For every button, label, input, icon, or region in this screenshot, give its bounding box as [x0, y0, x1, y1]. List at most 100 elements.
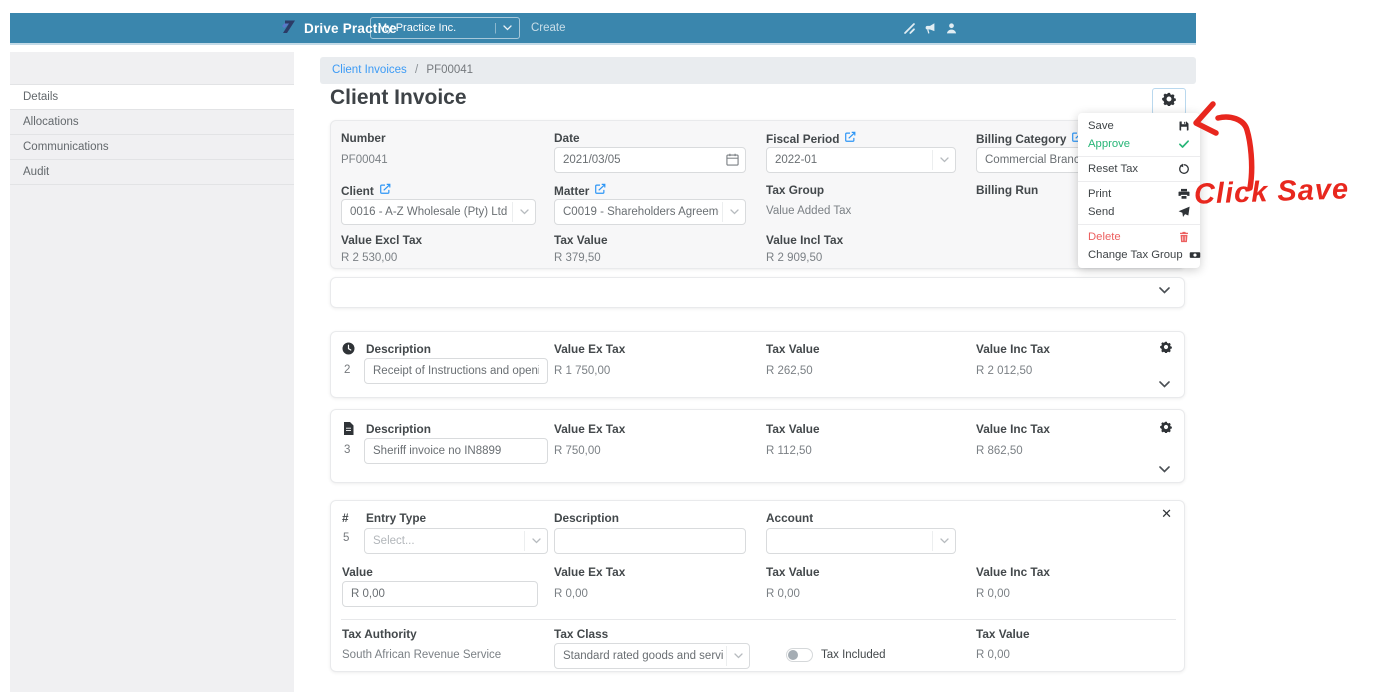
menu-item-change-tax-group[interactable]: Change Tax Group: [1078, 246, 1200, 264]
create-menu[interactable]: Create: [531, 22, 566, 34]
print-label: Print: [1088, 188, 1112, 200]
value-ex-tax-label: Value Ex Tax: [554, 422, 626, 436]
invoice-header-card: Number PF00041 Date Fiscal Period 2022-0…: [330, 120, 1185, 269]
description-input[interactable]: [364, 438, 548, 464]
tax-authority-value: South African Revenue Service: [342, 649, 502, 661]
chevron-down-icon[interactable]: [1159, 460, 1170, 478]
megaphone-icon[interactable]: [924, 22, 937, 35]
value-input[interactable]: [342, 581, 538, 607]
matter-select[interactable]: C0019 - Shareholders Agreement: A...: [554, 199, 746, 225]
menu-divider: [1078, 181, 1200, 182]
client-label-text: Client: [341, 183, 374, 198]
trash-icon: [1178, 231, 1190, 243]
client-value: 0016 - A-Z Wholesale (Pty) Ltd: [350, 206, 508, 218]
tax-value-value: R 0,00: [766, 588, 800, 600]
tax-authority-label: Tax Authority: [342, 627, 417, 641]
company-select[interactable]: My Practice Inc. |: [370, 17, 520, 39]
breadcrumb-current: PF00041: [426, 64, 474, 76]
date-label: Date: [554, 131, 580, 145]
new-entry-card: # Entry Type Description Account ✕ 5 Sel…: [330, 500, 1185, 672]
breadcrumb-link-client-invoices[interactable]: Client Invoices: [332, 64, 407, 76]
menu-item-send[interactable]: Send: [1078, 203, 1200, 221]
printer-icon: [1178, 188, 1190, 200]
menu-item-delete[interactable]: Delete: [1078, 228, 1200, 246]
tax-value-value: R 112,50: [766, 445, 812, 457]
send-icon: [1178, 206, 1190, 218]
billing-category-label: Billing Category: [976, 131, 1083, 146]
entry-type-select[interactable]: Select...: [364, 528, 548, 554]
line-item-gear-button[interactable]: [1160, 340, 1172, 358]
tax-class-select[interactable]: Standard rated goods and services -...: [554, 643, 750, 669]
entry-description-input[interactable]: [554, 528, 746, 554]
date-field[interactable]: [554, 147, 746, 173]
description-label: Description: [554, 511, 619, 525]
topbar-icon-group: [903, 22, 958, 35]
sidebar-item-audit[interactable]: Audit: [10, 160, 294, 185]
undo-icon: [1178, 163, 1190, 175]
client-select[interactable]: 0016 - A-Z Wholesale (Pty) Ltd: [341, 199, 536, 225]
save-label: Save: [1088, 120, 1114, 132]
entry-type-placeholder: Select...: [373, 535, 415, 547]
date-input[interactable]: [554, 147, 746, 173]
invoice-number: PF00041: [341, 154, 388, 166]
send-label: Send: [1088, 206, 1115, 218]
client-label: Client: [341, 183, 391, 198]
tax-included-toggle[interactable]: [786, 648, 813, 662]
file-icon: [343, 422, 354, 440]
tax-group-value: Value Added Tax: [766, 205, 852, 217]
delete-label: Delete: [1088, 231, 1121, 243]
tax-class-value: Standard rated goods and services -...: [563, 650, 723, 662]
edit-icon[interactable]: [844, 131, 856, 146]
value-excl-tax-label: Value Excl Tax: [341, 233, 423, 247]
floppy-icon: [1178, 120, 1190, 132]
sidebar-item-allocations[interactable]: Allocations: [10, 110, 294, 135]
tax-value-label: Tax Value: [554, 233, 608, 247]
remove-entry-button[interactable]: ✕: [1161, 507, 1172, 520]
reset-tax-label: Reset Tax: [1088, 163, 1139, 175]
chevron-down-icon[interactable]: [1159, 375, 1170, 393]
money-icon: [1189, 249, 1201, 261]
tax-value-label: Tax Value: [766, 422, 820, 436]
hash-label: #: [342, 511, 349, 525]
description-label: Description: [366, 342, 431, 356]
line-item-gear-button[interactable]: [1160, 420, 1172, 438]
value-ex-tax-value: R 0,00: [554, 588, 588, 600]
value-inc-tax-label: Value Inc Tax: [976, 342, 1050, 356]
line-item-card: 2 Description Value Ex Tax R 1 750,00 Ta…: [330, 331, 1185, 398]
sidebar: Details Allocations Communications Audit: [10, 52, 294, 692]
description-input[interactable]: [364, 358, 548, 384]
matter-value: C0019 - Shareholders Agreement: A...: [563, 206, 719, 218]
approve-label: Approve: [1088, 138, 1131, 150]
check-icon: [1178, 138, 1190, 150]
line-item-number: 3: [344, 444, 351, 456]
menu-item-save[interactable]: Save: [1078, 117, 1200, 135]
tax-included-label: Tax Included: [821, 649, 886, 661]
account-select[interactable]: [766, 528, 956, 554]
value-ex-tax-label: Value Ex Tax: [554, 565, 626, 579]
menu-item-print[interactable]: Print: [1078, 185, 1200, 203]
edit-icon[interactable]: [594, 183, 606, 198]
tools-icon[interactable]: [903, 22, 916, 35]
chevron-down-icon[interactable]: [1159, 281, 1170, 299]
user-icon[interactable]: [945, 22, 958, 35]
fiscal-period-select[interactable]: 2022-01: [766, 147, 956, 173]
menu-item-approve[interactable]: Approve: [1078, 135, 1200, 153]
sidebar-item-communications[interactable]: Communications: [10, 135, 294, 160]
value-inc-tax-value: R 0,00: [976, 588, 1010, 600]
menu-item-reset-tax[interactable]: Reset Tax: [1078, 160, 1200, 178]
tax-value2-value: R 0,00: [976, 649, 1010, 661]
breadcrumb: Client Invoices / PF00041: [320, 57, 1196, 84]
fiscal-period-value: 2022-01: [775, 154, 818, 166]
divider: [341, 619, 1176, 620]
sidebar-item-details[interactable]: Details: [10, 85, 294, 110]
tax-value-label: Tax Value: [976, 627, 1030, 641]
tax-value-value: R 379,50: [554, 252, 601, 264]
entry-type-label: Entry Type: [366, 511, 427, 525]
value-incl-tax-value: R 2 909,50: [766, 252, 823, 264]
breadcrumb-separator: /: [415, 64, 419, 76]
collapsed-line-item-card: [330, 277, 1185, 308]
edit-icon[interactable]: [379, 183, 391, 198]
value-inc-tax-label: Value Inc Tax: [976, 422, 1050, 436]
tax-class-label: Tax Class: [554, 627, 609, 641]
actions-gear-button[interactable]: [1152, 88, 1186, 115]
